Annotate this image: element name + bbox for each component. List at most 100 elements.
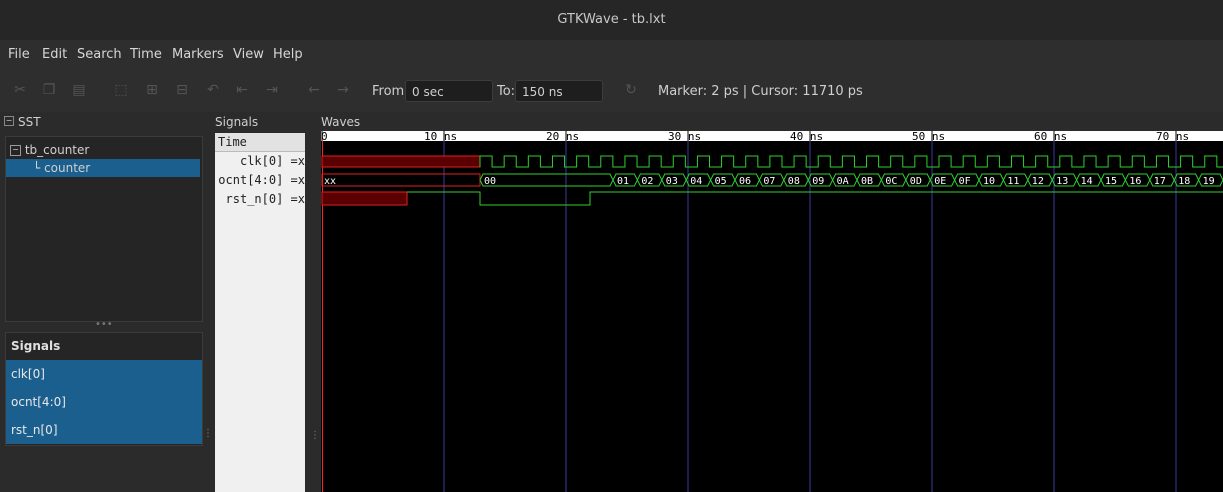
menu-file[interactable]: File [8,47,30,62]
signal-row-ocnt[interactable]: ocnt[4:0] =x [218,173,305,187]
ocnt-value-label: xx [324,176,336,187]
to-input[interactable]: 150 ns [515,80,603,102]
pane-splitter[interactable]: ••• [95,319,113,330]
back-icon[interactable]: ← [305,81,323,99]
ruler-label: 30 ns [668,131,701,143]
forward-icon[interactable]: → [334,81,352,99]
menu-view[interactable]: View [233,47,264,62]
ocnt-value-label: 06 [739,176,751,187]
ruler-label: 0 [321,131,328,143]
to-label: To: [497,84,516,99]
undo-icon[interactable]: ↶ [204,81,222,99]
clk-unknown-region [321,155,481,168]
tree-label: counter [44,161,91,175]
time-header-label: Time [218,135,247,149]
ocnt-value-label: 0E [934,176,946,187]
ocnt-value-label: 18 [1178,176,1190,187]
title-bar: GTKWave - tb.lxt [0,0,1223,40]
signals-panel-title: Signals [215,115,259,129]
signal-item-rst-n[interactable]: rst_n[0] [6,416,202,444]
collapse-icon[interactable]: − [10,145,21,156]
ruler-label: 60 ns [1034,131,1067,143]
ocnt-value-label: 10 [983,176,995,187]
collapse-icon[interactable]: − [4,116,14,126]
ocnt-value-label: 04 [690,176,702,187]
tree-branch-icon: └ [33,161,41,175]
zoom-end-icon[interactable]: ⇥ [263,81,281,99]
tree-node-tb-counter[interactable]: − tb_counter [10,141,89,159]
ocnt-value-label: 14 [1081,176,1093,187]
ruler-label: 20 ns [546,131,579,143]
rst-unknown-region [321,191,408,206]
ocnt-value-label: 12 [1032,176,1044,187]
wave-canvas[interactable]: 0 10 ns 20 ns 30 ns 40 ns 50 ns 60 ns 70 ns xx 00… [321,131,1223,492]
ocnt-value-label: 0B [861,176,873,187]
ruler-label: 40 ns [790,131,823,143]
paste-icon[interactable]: ▤ [70,81,88,99]
sst-header: − SST [0,114,210,132]
ocnt-value-label: 15 [1105,176,1117,187]
ruler-label: 50 ns [912,131,945,143]
ocnt-value-label: 0D [910,176,922,187]
signal-label: rst_n[0] [11,423,58,437]
clk-wave [479,155,1223,168]
tree-node-counter[interactable]: └ counter [6,159,200,177]
ocnt-value-label: 09 [812,176,824,187]
ocnt-value-label: 0F [959,176,971,187]
pane-splitter[interactable]: ⋮ [310,430,320,441]
toolbar: ✂ ❐ ▤ ⬚ ⊞ ⊟ ↶ ⇤ ⇥ ← → From: 0 sec To: 15… [0,70,1223,112]
ocnt-value-label: 02 [641,176,653,187]
marker-cursor-status: Marker: 2 ps | Cursor: 11710 ps [658,84,863,99]
menu-edit[interactable]: Edit [42,47,67,62]
zoom-out-icon[interactable]: ⊟ [173,81,191,99]
select-all-icon[interactable]: ⬚ [112,81,130,99]
zoom-start-icon[interactable]: ⇤ [233,81,251,99]
menu-bar: File Edit Search Time Markers View Help [0,40,1223,70]
waves-title: Waves [321,115,361,129]
signal-row-rst-n[interactable]: rst_n[0] =x [226,192,305,206]
rst-n-wave [407,191,1223,206]
menu-time[interactable]: Time [130,47,162,62]
ocnt-value-label: 16 [1129,176,1141,187]
tree-label: tb_counter [24,143,90,157]
ocnt-value-label: 08 [788,176,800,187]
window-title: GTKWave - tb.lxt [557,12,666,27]
reload-icon[interactable]: ↻ [622,81,640,99]
ruler-label: 10 ns [424,131,457,143]
signals-list: Signals clk[0] ocnt[4:0] rst_n[0] [5,332,203,446]
signals-list-title: Signals [11,339,61,353]
ocnt-bus-segment [479,173,614,187]
signal-row-clk[interactable]: clk[0] =x [240,154,305,168]
cut-icon[interactable]: ✂ [11,81,29,99]
ocnt-value-label: 19 [1203,176,1215,187]
sst-tree: − tb_counter └ counter [5,136,203,322]
copy-icon[interactable]: ❐ [40,81,58,99]
wave-viewer[interactable]: 0 10 ns 20 ns 30 ns 40 ns 50 ns 60 ns 70 ns xx 00… [321,131,1223,492]
from-input[interactable]: 0 sec [405,80,493,102]
ocnt-value-label: 13 [1056,176,1068,187]
ruler-label: 70 ns [1156,131,1189,143]
signal-label: ocnt[4:0] [11,395,66,409]
ocnt-unknown-segment [321,173,481,187]
menu-markers[interactable]: Markers [172,47,224,62]
ocnt-value-label: 0C [885,176,897,187]
signals-panel: Time clk[0] =x ocnt[4:0] =x rst_n[0] =x [215,133,305,492]
menu-help[interactable]: Help [273,47,303,62]
zoom-in-icon[interactable]: ⊞ [143,81,161,99]
ocnt-value-label: 11 [1007,176,1019,187]
ocnt-value-label: 17 [1154,176,1166,187]
from-label: From: [372,84,409,99]
signal-item-clk[interactable]: clk[0] [6,360,202,388]
ocnt-value-label: 05 [715,176,727,187]
pane-splitter[interactable]: ⋮ [203,428,213,439]
ocnt-value-label: 01 [617,176,629,187]
ocnt-value-label: 0A [837,176,849,187]
signal-item-ocnt[interactable]: ocnt[4:0] [6,388,202,416]
sst-title: SST [18,115,41,129]
signal-label: clk[0] [11,367,45,381]
ocnt-value-label: 03 [666,176,678,187]
signals-time-header: Time [215,133,305,152]
ocnt-value-label: 07 [763,176,775,187]
menu-search[interactable]: Search [77,47,122,62]
ocnt-value-label: 00 [484,176,496,187]
